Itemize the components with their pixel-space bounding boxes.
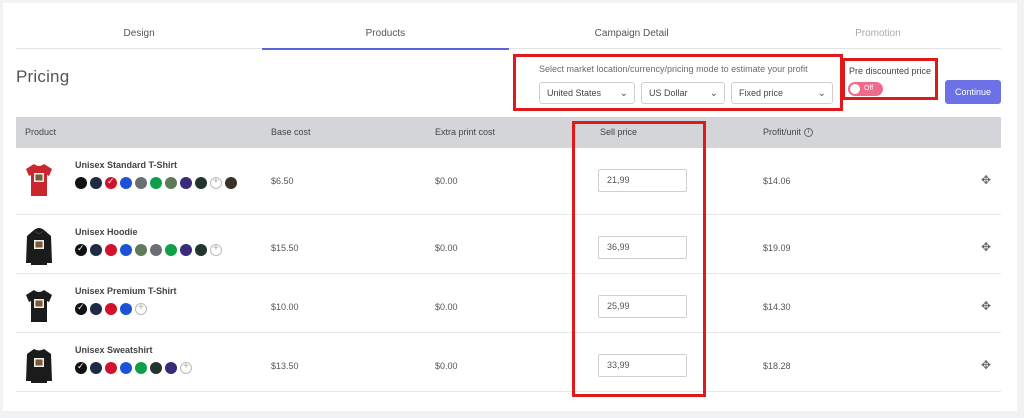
location-select[interactable]: United States ⌄ <box>539 82 635 104</box>
table-row: Unisex Sweatshirt$13.50$0.00$18.2833,99✥ <box>16 333 1001 392</box>
profit-unit: $14.06 <box>763 176 791 186</box>
product-name: Unisex Sweatshirt <box>75 345 153 355</box>
color-swatch[interactable] <box>75 177 87 189</box>
table-row: Unisex Hoodie$15.50$0.00$19.0936,99✥ <box>16 215 1001 274</box>
profit-unit: $19.09 <box>763 243 791 253</box>
tab-products[interactable]: Products <box>262 3 509 50</box>
header-base-cost: Base cost <box>271 127 311 137</box>
color-swatch[interactable] <box>165 362 177 374</box>
currency-value: US Dollar <box>649 88 688 98</box>
tab-promotion[interactable]: Promotion <box>755 3 1001 49</box>
table-row: Unisex Standard T-Shirt$6.50$0.00$14.062… <box>16 148 1001 215</box>
move-icon[interactable]: ✥ <box>981 240 991 254</box>
profit-unit: $18.28 <box>763 361 791 371</box>
toggle-label: Off <box>864 85 874 92</box>
color-swatch[interactable] <box>195 244 207 256</box>
color-swatch[interactable] <box>180 244 192 256</box>
add-color-icon[interactable] <box>210 243 222 256</box>
header-product: Product <box>25 127 57 137</box>
color-swatch[interactable] <box>120 177 132 189</box>
pre-discount-toggle[interactable]: Off <box>848 82 883 96</box>
market-label: Select market location/currency/pricing … <box>539 64 808 74</box>
color-swatches <box>75 302 265 319</box>
continue-button[interactable]: Continue <box>945 80 1001 104</box>
toggle-knob <box>850 84 860 94</box>
color-swatch[interactable] <box>135 362 147 374</box>
profit-unit: $14.30 <box>763 302 791 312</box>
extra-print-cost: $0.00 <box>435 243 458 253</box>
color-swatch[interactable] <box>90 303 102 315</box>
location-value: United States <box>547 88 602 98</box>
pricing-mode-value: Fixed price <box>739 88 784 98</box>
color-swatch[interactable] <box>90 244 102 256</box>
add-color-icon[interactable] <box>180 361 192 374</box>
color-swatch[interactable] <box>120 244 132 256</box>
color-swatch[interactable] <box>105 176 117 189</box>
product-name: Unisex Standard T-Shirt <box>75 160 178 170</box>
color-swatch[interactable] <box>150 177 162 189</box>
move-icon[interactable]: ✥ <box>981 358 991 372</box>
extra-print-cost: $0.00 <box>435 361 458 371</box>
color-swatches <box>75 176 265 193</box>
color-swatch[interactable] <box>165 244 177 256</box>
header-profit-label: Profit/unit <box>763 127 802 137</box>
sell-price-highlight-box <box>572 121 706 397</box>
color-swatch[interactable] <box>90 362 102 374</box>
info-icon[interactable]: i <box>804 128 814 138</box>
product-thumbnail <box>25 227 53 267</box>
color-swatch[interactable] <box>135 244 147 256</box>
base-cost: $15.50 <box>271 243 299 253</box>
table-header: Product Base cost Extra print cost Sell … <box>16 117 1001 148</box>
move-icon[interactable]: ✥ <box>981 173 991 187</box>
color-swatch[interactable] <box>225 177 237 189</box>
color-swatch[interactable] <box>120 303 132 315</box>
add-color-icon[interactable] <box>135 302 147 315</box>
pre-discount-label: Pre discounted price <box>849 66 932 76</box>
color-swatch[interactable] <box>75 243 87 256</box>
page-title: Pricing <box>16 67 70 86</box>
color-swatch[interactable] <box>135 177 147 189</box>
color-swatch[interactable] <box>75 302 87 315</box>
color-swatches <box>75 243 265 260</box>
header-extra-print-cost: Extra print cost <box>435 127 496 137</box>
color-swatch[interactable] <box>195 177 207 189</box>
step-tabs: Design Products Campaign Detail Promotio… <box>16 3 1001 50</box>
extra-print-cost: $0.00 <box>435 176 458 186</box>
chevron-down-icon: ⌄ <box>709 88 718 99</box>
base-cost: $6.50 <box>271 176 294 186</box>
color-swatch[interactable] <box>150 362 162 374</box>
color-swatch[interactable] <box>75 361 87 374</box>
color-swatch[interactable] <box>150 244 162 256</box>
product-name: Unisex Hoodie <box>75 227 138 237</box>
base-cost: $10.00 <box>271 302 299 312</box>
product-thumbnail <box>25 345 53 385</box>
color-swatches <box>75 361 265 378</box>
color-swatch[interactable] <box>105 244 117 256</box>
color-swatch[interactable] <box>105 303 117 315</box>
tab-campaign-detail[interactable]: Campaign Detail <box>509 3 755 49</box>
move-icon[interactable]: ✥ <box>981 299 991 313</box>
color-swatch[interactable] <box>90 177 102 189</box>
header-profit-unit: Profit/unit i <box>763 117 814 148</box>
product-thumbnail <box>25 160 53 200</box>
extra-print-cost: $0.00 <box>435 302 458 312</box>
table-row: Unisex Premium T-Shirt$10.00$0.00$14.302… <box>16 274 1001 333</box>
tab-design[interactable]: Design <box>16 3 262 49</box>
product-thumbnail <box>25 286 53 326</box>
color-swatch[interactable] <box>165 177 177 189</box>
add-color-icon[interactable] <box>210 176 222 189</box>
chevron-down-icon: ⌄ <box>619 88 628 99</box>
product-name: Unisex Premium T-Shirt <box>75 286 177 296</box>
color-swatch[interactable] <box>105 362 117 374</box>
base-cost: $13.50 <box>271 361 299 371</box>
pricing-card: Design Products Campaign Detail Promotio… <box>3 3 1017 411</box>
pricing-mode-select[interactable]: Fixed price ⌄ <box>731 82 833 104</box>
currency-select[interactable]: US Dollar ⌄ <box>641 82 725 104</box>
chevron-down-icon: ⌄ <box>817 88 826 99</box>
color-swatch[interactable] <box>180 177 192 189</box>
color-swatch[interactable] <box>120 362 132 374</box>
